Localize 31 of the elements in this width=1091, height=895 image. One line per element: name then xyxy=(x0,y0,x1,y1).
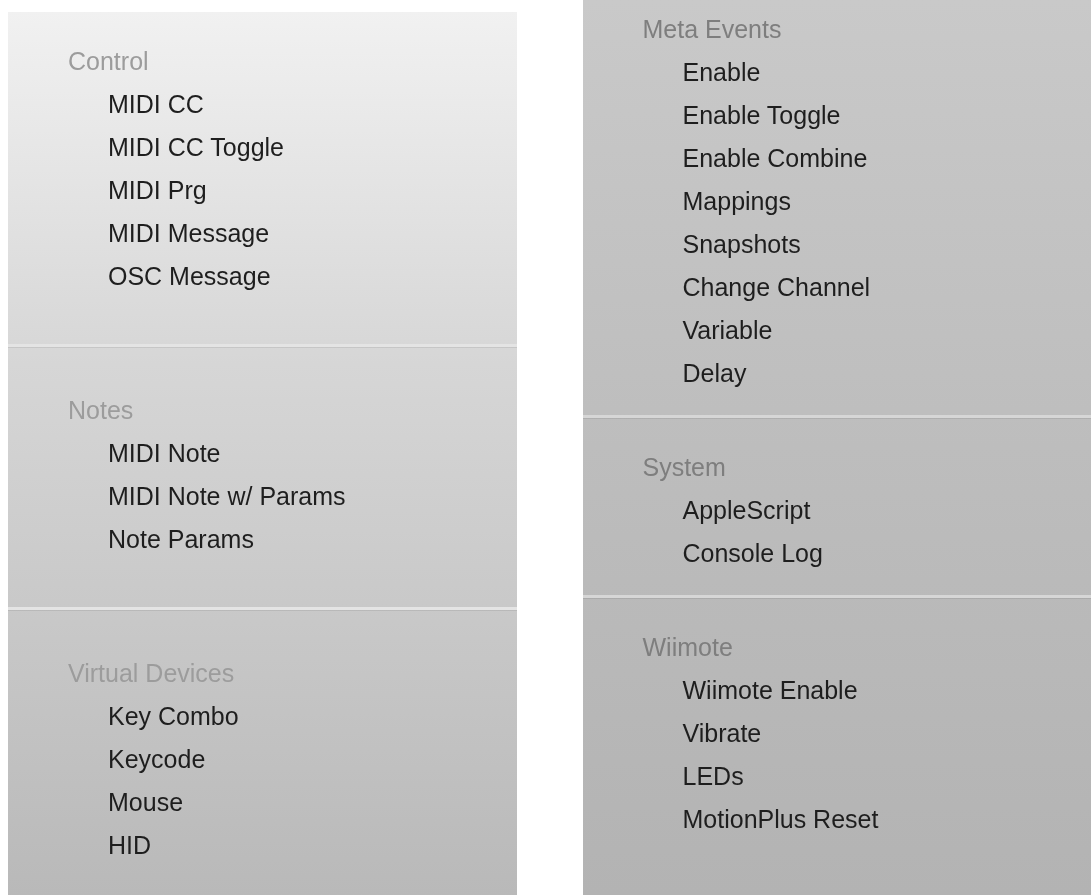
menu-item[interactable]: Console Log xyxy=(682,532,823,575)
menu-item[interactable]: Enable xyxy=(682,51,761,94)
section-header: Wiimote xyxy=(641,632,733,663)
menu-item[interactable]: Mouse xyxy=(108,781,184,824)
menu-item[interactable]: Vibrate xyxy=(682,712,762,755)
menu-item[interactable]: Enable Toggle xyxy=(682,94,841,137)
section-header: Notes xyxy=(67,395,134,426)
menu-item[interactable]: HID xyxy=(108,824,152,867)
menu-item[interactable]: Mappings xyxy=(682,180,791,223)
section-header: System xyxy=(641,452,726,483)
menu-item[interactable]: MIDI Note w/ Params xyxy=(108,475,346,518)
menu-item[interactable]: MIDI CC Toggle xyxy=(108,126,284,169)
menu-item[interactable]: Delay xyxy=(682,352,747,395)
menu-item[interactable]: Wiimote Enable xyxy=(682,669,858,712)
menu-item[interactable]: Change Channel xyxy=(682,266,871,309)
menu-item[interactable]: Variable xyxy=(682,309,773,352)
menu-item[interactable]: Keycode xyxy=(108,738,206,781)
menu-item[interactable]: MIDI Note xyxy=(108,432,221,475)
menu-item[interactable]: MotionPlus Reset xyxy=(682,798,879,841)
menu-item[interactable]: Snapshots xyxy=(682,223,801,266)
menu-item[interactable]: Enable Combine xyxy=(682,137,868,180)
menu-item[interactable]: MIDI Message xyxy=(108,212,270,255)
section-header: Meta Events xyxy=(641,14,782,45)
menu-item[interactable]: Note Params xyxy=(108,518,254,561)
menu-item[interactable]: MIDI Prg xyxy=(108,169,207,212)
menu-item[interactable]: LEDs xyxy=(682,755,744,798)
menu-item[interactable]: OSC Message xyxy=(108,255,271,298)
menu-item[interactable]: Key Combo xyxy=(108,695,239,738)
section-header: Control xyxy=(67,46,149,77)
menu-item[interactable]: AppleScript xyxy=(682,489,811,532)
menu-item[interactable]: MIDI CC xyxy=(108,83,204,126)
